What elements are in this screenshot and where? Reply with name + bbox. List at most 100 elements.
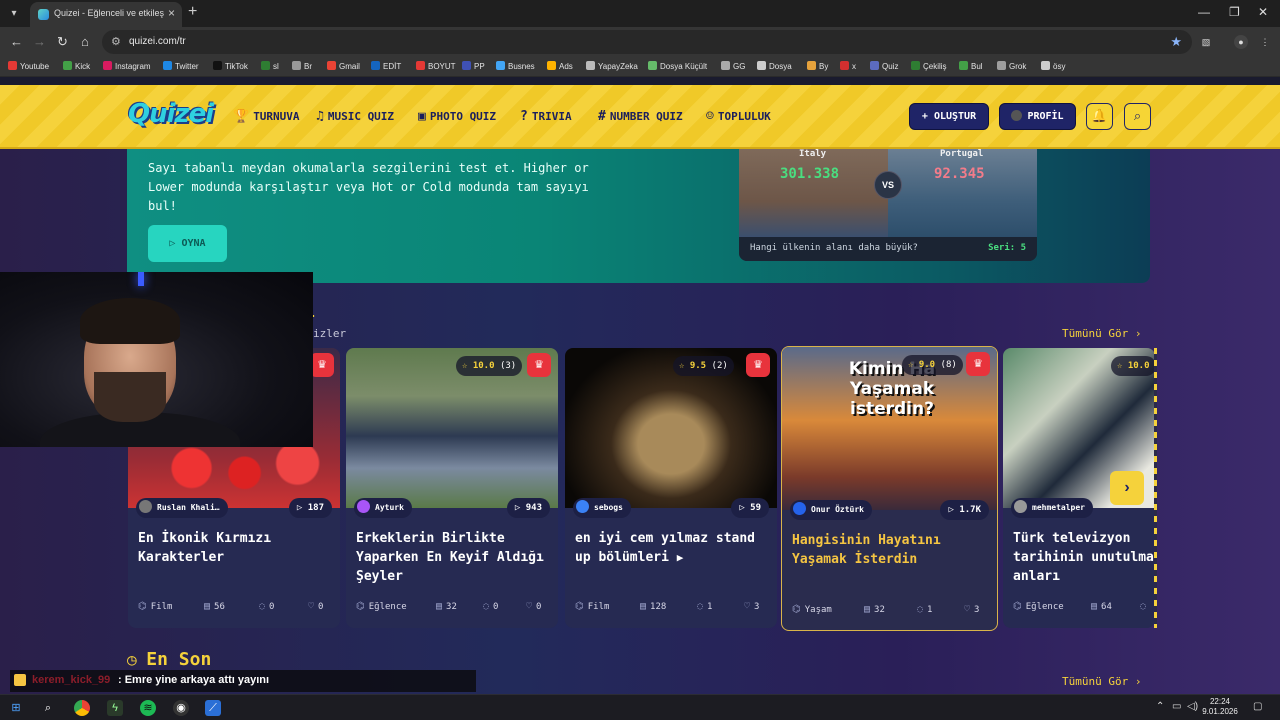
bookmark-label: Youtube — [20, 62, 50, 71]
like-count[interactable]: ♡ 0 — [526, 601, 541, 612]
obs-icon[interactable]: ◉ — [173, 700, 189, 716]
nav-photo-quiz[interactable]: ▣ PHOTO QUIZ — [418, 109, 496, 124]
heart-icon: ♡ — [964, 604, 971, 615]
app-icon[interactable]: ϟ — [107, 700, 123, 716]
author-badge[interactable]: sebogs — [573, 498, 631, 518]
menu-icon[interactable]: ⋮ — [1258, 35, 1272, 49]
left-value: 301.338 — [780, 166, 840, 182]
bookmark-item[interactable]: Dosya Küçült — [648, 60, 707, 74]
create-button[interactable]: + OLUŞTUR — [909, 103, 989, 130]
site-info-icon[interactable]: ⚙ — [111, 35, 121, 48]
bookmark-item[interactable]: Kick — [63, 60, 90, 74]
comment-icon: ◌ — [483, 601, 490, 612]
nav-number-quiz[interactable]: # NUMBER QUIZ — [598, 109, 683, 124]
nav-trivia[interactable]: ? TRIVIA — [520, 109, 572, 124]
quiz-title[interactable]: Erkeklerin Birlikte Yaparken En Keyif Al… — [356, 529, 551, 586]
forward-icon[interactable]: → — [33, 34, 46, 49]
play-button[interactable]: ▷ OYNA — [148, 225, 227, 262]
nav-topluluk[interactable]: ☺ TOPLULUK — [706, 109, 771, 124]
extensions-icon[interactable]: ▧ — [1199, 35, 1213, 49]
bookmark-item[interactable]: GG — [721, 60, 745, 74]
quiz-title[interactable]: Hangisinin Hayatını Yaşamak İsterdin — [792, 531, 987, 569]
author-badge[interactable]: Ayturk — [354, 498, 412, 518]
comment-count-value: 1 — [707, 602, 713, 612]
author-badge[interactable]: mehmetalper — [1011, 498, 1093, 518]
url-text: quizei.com/tr — [129, 36, 186, 47]
bookmark-item[interactable]: Çekiliş — [911, 60, 947, 74]
bookmark-item[interactable]: Busnes — [496, 60, 535, 74]
bookmark-item[interactable]: Youtube — [8, 60, 49, 74]
close-tab-icon[interactable]: × — [168, 6, 175, 20]
bookmark-item[interactable]: Ads — [547, 60, 573, 74]
streak-counter: Seri: 5 — [988, 243, 1026, 253]
profile-avatar-icon[interactable]: ● — [1234, 35, 1248, 49]
question-count: ▤ 128 — [640, 601, 666, 612]
like-count[interactable]: ♡ 0 — [308, 601, 323, 612]
search-icon[interactable]: ⌕ — [40, 700, 56, 716]
quiz-card[interactable]: ☆ 9.5 (2) ♛ sebogs ▷ 59 en iyi cem yılma… — [565, 348, 777, 628]
bookmark-item[interactable]: Twitter — [163, 60, 199, 74]
nav-turnuva[interactable]: 🏆 TURNUVA — [233, 109, 300, 124]
hash-icon: # — [598, 109, 606, 124]
back-icon[interactable]: ← — [10, 34, 23, 49]
volume-icon[interactable]: ◁) — [1187, 701, 1198, 712]
bookmark-item[interactable]: By — [807, 60, 828, 74]
bookmark-item[interactable]: Grok — [997, 60, 1026, 74]
quiz-title[interactable]: Türk televizyon tarihinin unutulmaz anla… — [1013, 529, 1155, 586]
quizei-logo[interactable]: Quizei — [128, 99, 214, 129]
see-all-latest-link[interactable]: Tümünü Gör › — [1062, 675, 1141, 688]
home-icon[interactable]: ⌂ — [81, 34, 89, 49]
bookmark-item[interactable]: Dosya — [757, 60, 792, 74]
quiz-card[interactable]: ☆ 10.0 (3) ♛ Ayturk ▷ 943 Erkeklerin Bir… — [346, 348, 558, 628]
bookmark-item[interactable]: BOYUT — [416, 60, 456, 74]
network-icon[interactable]: ▭ — [1172, 701, 1181, 712]
minimize-icon[interactable]: — — [1198, 5, 1210, 19]
higher-lower-preview[interactable]: Italy 301.338 VS Portugal 92.345 Hangi ü… — [739, 149, 1037, 261]
star-icon: ☆ — [908, 360, 914, 370]
spotify-icon[interactable]: ≋ — [140, 700, 156, 716]
bookmark-item[interactable]: YapayZeka — [586, 60, 638, 74]
notifications-bell-icon[interactable]: 🔔 — [1086, 103, 1113, 130]
reload-icon[interactable]: ↻ — [57, 34, 68, 50]
bookmark-item[interactable]: Bul — [959, 60, 983, 74]
bookmark-item[interactable]: sl — [261, 60, 279, 74]
system-clock[interactable]: 22:24 9.01.2026 — [1200, 697, 1240, 717]
search-icon[interactable]: ⌕ — [1124, 103, 1151, 130]
bookmark-favicon-icon — [371, 61, 380, 70]
profile-button[interactable]: PROFİL — [999, 103, 1076, 130]
nav-music-quiz[interactable]: ♫ MUSIC QUIZ — [316, 109, 394, 124]
bookmark-label: BOYUT — [428, 62, 456, 71]
app-icon[interactable]: ⟋ — [205, 700, 221, 716]
quiz-title[interactable]: en iyi cem yılmaz stand up bölümleri ▶ — [575, 529, 770, 567]
see-all-featured-link[interactable]: Tümünü Gör › — [1062, 327, 1141, 340]
chrome-icon[interactable] — [74, 700, 90, 716]
carousel-next-arrow-icon[interactable]: › — [1110, 471, 1144, 505]
bookmark-item[interactable]: Instagram — [103, 60, 151, 74]
browser-tab[interactable]: Quizei - Eğlenceli ve etkileşimli × — [30, 2, 182, 27]
bookmark-item[interactable]: Quiz — [870, 60, 898, 74]
notification-center-icon[interactable]: ▢ — [1253, 701, 1262, 712]
bookmark-item[interactable]: x — [840, 60, 856, 74]
play-count: ▷ 943 — [506, 498, 550, 518]
new-tab-icon[interactable]: + — [188, 3, 197, 21]
tab-search-icon[interactable]: ▾ — [5, 5, 23, 23]
quiz-title[interactable]: En İkonik Kırmızı Karakterler — [138, 529, 333, 567]
bookmark-item[interactable]: Br — [292, 60, 312, 74]
close-window-icon[interactable]: ✕ — [1258, 5, 1268, 19]
bookmark-item[interactable]: Gmail — [327, 60, 360, 74]
like-count[interactable]: ♡ 3 — [744, 601, 759, 612]
bookmark-item[interactable]: ösy — [1041, 60, 1065, 74]
bookmark-star-icon[interactable]: ★ — [1170, 34, 1182, 50]
windows-start-icon[interactable]: ⊞ — [8, 700, 24, 716]
like-count[interactable]: ♡ 3 — [964, 604, 979, 615]
author-badge[interactable]: Onur Öztürk — [790, 500, 872, 520]
bookmark-item[interactable]: TikTok — [213, 60, 248, 74]
bookmark-favicon-icon — [586, 61, 595, 70]
tray-chevron-icon[interactable]: ⌃ — [1156, 701, 1164, 712]
quiz-card[interactable]: Kimin Ha Yaşamak isterdin? ☆ 9.0 (8) ♛ O… — [781, 346, 998, 631]
url-field[interactable]: ⚙ quizei.com/tr ★ — [102, 30, 1192, 54]
bookmark-item[interactable]: PP — [462, 60, 485, 74]
bookmark-item[interactable]: EDİT — [371, 60, 401, 74]
author-badge[interactable]: Ruslan Khali… — [136, 498, 228, 518]
restore-icon[interactable]: ❐ — [1229, 5, 1240, 19]
